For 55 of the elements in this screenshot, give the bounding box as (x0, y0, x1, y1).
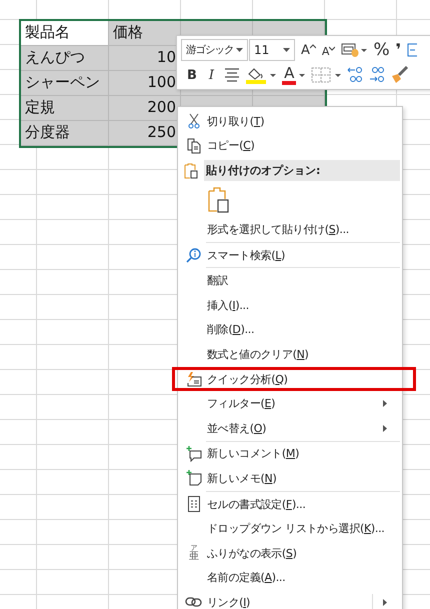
caret-up-icon (310, 44, 316, 48)
font-size-dropdown[interactable]: 11 (249, 39, 295, 61)
table-cell: 分度器 (21, 121, 109, 146)
table-cell: シャーペン (21, 71, 109, 96)
menu-item[interactable]: 削除(D)... (172, 318, 416, 342)
submenu-arrow-icon (383, 598, 387, 606)
italic-button[interactable]: I (208, 68, 214, 82)
align-center-icon[interactable] (224, 68, 240, 82)
increase-decimal-icon[interactable] (369, 66, 386, 84)
caret-icon (236, 48, 243, 52)
menu-item[interactable]: クイック分析(Q) (172, 366, 416, 392)
menu-item[interactable]: スマート検索(L) (172, 242, 416, 268)
decrease-decimal-icon[interactable] (347, 66, 364, 84)
font-name-dropdown[interactable]: 游ゴシック (181, 39, 248, 61)
submenu-arrow-icon (383, 400, 387, 408)
menu-item[interactable]: セルの書式設定(F)... (172, 492, 416, 516)
copy-icon (187, 138, 201, 154)
new-note-icon (186, 470, 202, 486)
paintbrush-icon[interactable] (391, 66, 410, 84)
paste-option-icon[interactable] (208, 187, 230, 214)
caret-down-icon (329, 46, 336, 50)
table-cell: 定規 (21, 96, 109, 121)
quick-analysis-icon (186, 371, 202, 388)
menu-item[interactable]: 名前の定義(A)... (172, 566, 416, 590)
menu-section-header: 貼り付けのオプション: (204, 160, 400, 182)
caret-icon[interactable] (299, 74, 306, 76)
fill-color-icon[interactable] (246, 66, 276, 84)
table-cell: 製品名 (21, 21, 109, 46)
menu-item[interactable]: ドロップダウン リストから選択(K)... (172, 516, 416, 541)
caret-icon (283, 48, 290, 52)
grow-font-button[interactable]: A (301, 44, 316, 56)
number-format-icon[interactable] (341, 42, 368, 58)
search-icon (186, 247, 202, 264)
clipboard-icon (184, 162, 198, 179)
font-color-button[interactable]: A (282, 66, 296, 84)
menu-item[interactable]: 翻訳 (172, 268, 416, 293)
menu-item[interactable]: 挿入(I)... (172, 292, 416, 318)
format-cells-icon (188, 496, 200, 512)
menu-item[interactable]: 形式を選択して貼り付け(S)... (172, 217, 416, 242)
menu-item[interactable]: 新しいコメント(M) (172, 442, 416, 466)
new-comment-icon (186, 446, 202, 462)
percent-button[interactable]: % (373, 42, 390, 58)
bold-button[interactable]: B (187, 68, 197, 82)
submenu-arrow-icon (383, 424, 387, 432)
menu-item[interactable]: 並べ替え(O) (172, 416, 416, 441)
shrink-font-button[interactable]: A (322, 44, 336, 56)
menu-item[interactable]: 数式と値のクリア(N) (172, 342, 416, 367)
menu-item[interactable]: リンク(I) (172, 590, 416, 609)
menu-item[interactable]: 新しいメモ(N) (172, 466, 416, 491)
merge-icon[interactable] (407, 42, 418, 58)
link-icon (185, 596, 203, 608)
menu-item[interactable]: フィルター(E) (172, 391, 416, 416)
comma-style-button[interactable]: ❜ (396, 42, 402, 58)
table-cell: えんぴつ (21, 46, 109, 71)
scissors-icon (188, 113, 200, 130)
